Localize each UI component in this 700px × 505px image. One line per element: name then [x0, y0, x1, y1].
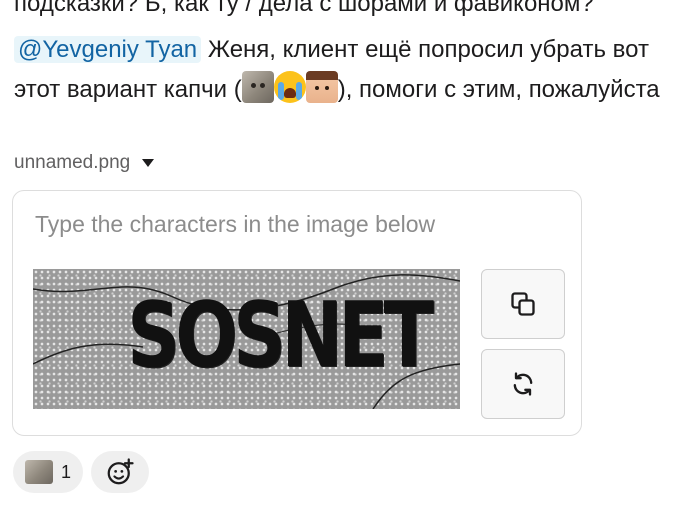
slack-message-view: подсказки? Б, как ту / дела с шорами и ф…: [0, 0, 700, 505]
refresh-icon: [513, 372, 533, 396]
add-reaction-button[interactable]: [91, 451, 150, 493]
captcha-image: SOSNET: [33, 269, 460, 409]
reaction-pill[interactable]: 1: [13, 451, 84, 493]
captcha-instruction: Type the characters in the image below: [35, 211, 436, 237]
child-face-emoji: [305, 71, 338, 103]
cat-photo-emoji: [241, 71, 274, 103]
message-body: @Yevgeniy Tyan Женя, клиент ещё попросил…: [14, 30, 694, 110]
refresh-button[interactable]: [481, 349, 565, 419]
cat-photo-emoji: [25, 460, 53, 484]
reaction-count: 1: [61, 461, 72, 482]
copy-button[interactable]: [481, 269, 565, 339]
chevron-down-icon[interactable]: [142, 159, 155, 167]
reactions-bar: 1: [13, 451, 150, 493]
attachment-image-preview[interactable]: Type the characters in the image below S…: [12, 190, 582, 436]
attachment-filename[interactable]: unnamed.png: [14, 152, 130, 174]
copy-icon: [511, 292, 535, 316]
message-text-part-2: ), помоги с этим, пожалуйста: [337, 76, 660, 103]
previous-message-line: подсказки? Б, как ту / дела с шорами и ф…: [14, 0, 594, 17]
captcha-code: SOSNET: [127, 283, 434, 388]
add-reaction-icon: [107, 458, 134, 485]
attachment-header[interactable]: unnamed.png: [14, 152, 155, 174]
user-mention[interactable]: @Yevgeniy Tyan: [14, 36, 202, 63]
loudly-crying-face-emoji: [273, 71, 306, 103]
